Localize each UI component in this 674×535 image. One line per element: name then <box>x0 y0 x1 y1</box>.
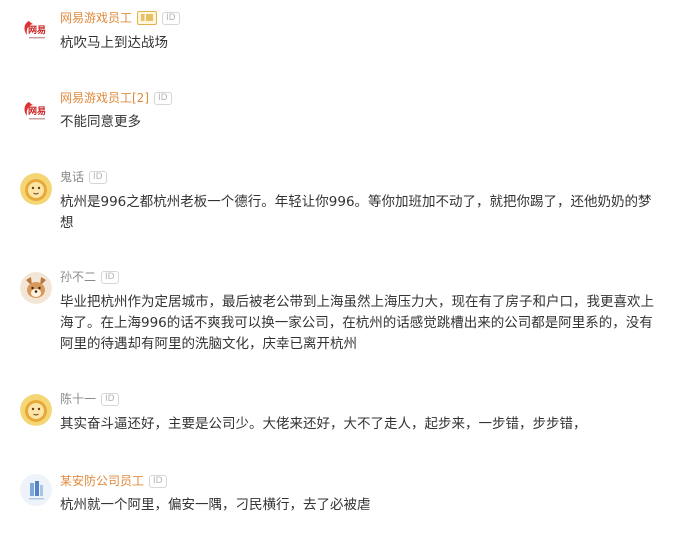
comment-text: 不能同意更多 <box>60 114 141 130</box>
lion-face-icon <box>20 173 52 205</box>
id-badge: ID <box>101 270 119 284</box>
avatar[interactable]: 网易 <box>20 14 52 46</box>
netease-logo-icon: 网易 <box>24 102 46 120</box>
comment-text: 杭州是996之都杭州老板一个德行。年轻让你996。等你加班加不动了，就把你踢了，… <box>60 194 652 231</box>
svg-text:网易: 网易 <box>28 106 46 117</box>
lion-face-icon <box>20 394 52 426</box>
avatar[interactable] <box>20 173 52 205</box>
comment-text: 毕业把杭州作为定居城市，最后被老公带到上海虽然上海压力大，现在有了房子和户口，我… <box>60 294 654 352</box>
author-row: 网易游戏员工[2] ID <box>60 89 172 107</box>
avatar[interactable] <box>20 474 52 506</box>
author-row: 孙不二 ID <box>60 268 119 286</box>
avatar[interactable]: 网易 <box>20 95 52 127</box>
comment-text: 其实奋斗逼还好，主要是公司少。大佬来还好，大不了走人，起步来，一步错，步步错， <box>60 416 587 432</box>
comment-text: 杭吹马上到达战场 <box>60 35 168 51</box>
id-badge: ID <box>89 170 107 184</box>
id-badge: ID <box>154 91 172 105</box>
company-logo-icon <box>20 474 52 506</box>
author-name[interactable]: 网易游戏员工 <box>60 9 132 27</box>
svg-text:网易: 网易 <box>28 25 46 36</box>
author-row: 陈十一 ID <box>60 390 119 408</box>
author-name[interactable]: 鬼话 <box>60 168 84 186</box>
id-badge: ID <box>101 392 119 406</box>
comment-list: 网易 网易游戏员工 ID 杭吹马上到达战场 网易 网易游戏员工[2] ID 不能… <box>0 0 674 535</box>
author-name[interactable]: 网易游戏员工[2] <box>60 89 149 107</box>
author-name[interactable]: 陈十一 <box>60 390 96 408</box>
avatar[interactable] <box>20 272 52 304</box>
id-badge: ID <box>162 11 180 25</box>
author-row: 某安防公司员工 ID <box>60 472 167 490</box>
author-name[interactable]: 某安防公司员工 <box>60 472 144 490</box>
dog-face-icon <box>20 272 52 304</box>
id-badge: ID <box>149 474 167 488</box>
comment-text: 杭州就一个阿里，偏安一隅，刁民横行，去了必被虐 <box>60 497 371 513</box>
author-row: 网易游戏员工 ID <box>60 9 180 27</box>
author-row: 鬼话 ID <box>60 168 107 186</box>
netease-logo-icon: 网易 <box>24 21 46 39</box>
avatar[interactable] <box>20 394 52 426</box>
author-name[interactable]: 孙不二 <box>60 268 96 286</box>
verified-badge-icon <box>137 11 158 25</box>
